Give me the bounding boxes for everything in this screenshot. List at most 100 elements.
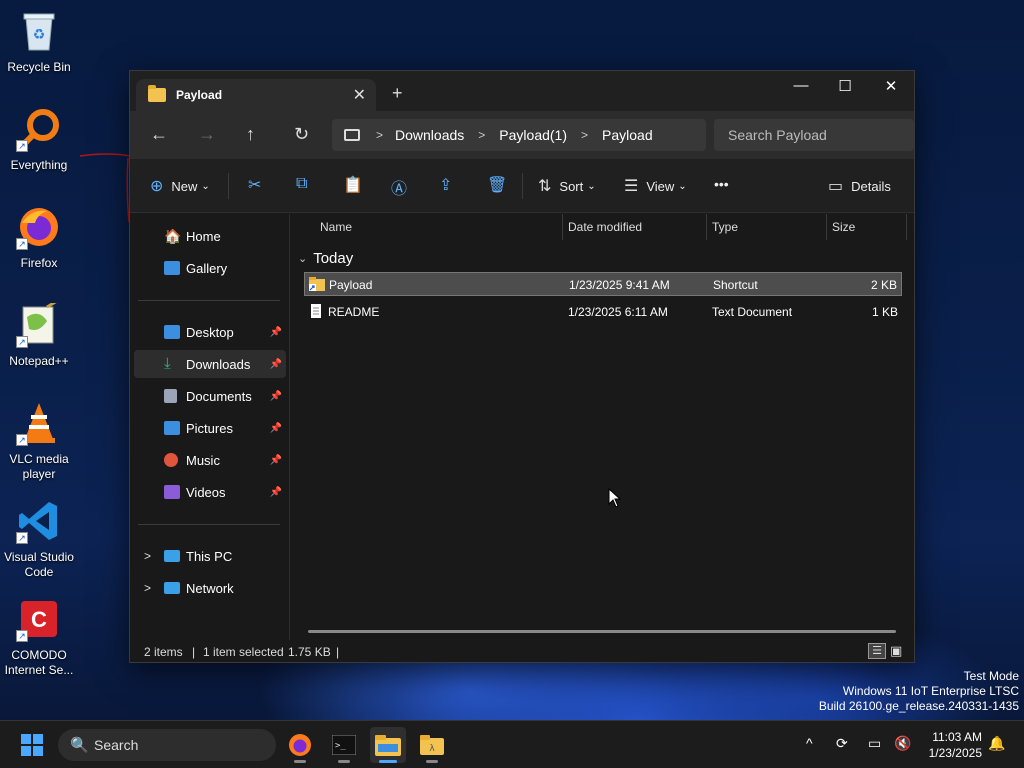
breadcrumb-downloads[interactable]: Downloads [395,127,464,143]
volume-muted-icon[interactable]: 🔇 [894,735,911,752]
taskbar-app-firefox[interactable] [282,727,318,763]
everything-search-icon: ↗ [16,106,62,152]
pictures-icon [164,421,180,435]
taskbar-app-file-explorer[interactable] [370,727,406,763]
file-explorer-window[interactable]: Payload ✕ + — ☐ ✕ ← → ↑ ↻ > Downloads > … [129,70,915,663]
column-divider[interactable] [826,214,827,240]
expand-chevron-icon[interactable]: > [144,549,151,563]
desktop-icon-recycle-bin[interactable]: ♻ Recycle Bin [0,8,78,75]
status-item-count: 2 items [144,645,183,659]
search-input[interactable]: Search Payload [714,119,914,151]
expand-chevron-icon[interactable]: > [144,581,151,595]
forward-button[interactable]: → [198,124,216,145]
title-bar[interactable]: Payload ✕ + — ☐ ✕ [130,71,914,111]
taskbar: 🔍 Search >_ λ ^ ⟳ ▭ 🔇 11:03 AM 1/23/2025… [0,720,1024,768]
sidebar-item-label: This PC [186,548,233,564]
taskbar-search-box[interactable]: 🔍 Search [58,729,276,761]
taskbar-clock[interactable]: 11:03 AM 1/23/2025 [929,729,982,761]
desktop-icon-comodo[interactable]: C ↗ COMODO Internet Se... [0,596,78,678]
desktop-icon-label: VLC media player [9,452,69,481]
file-type: Shortcut [713,278,758,292]
minimize-button[interactable]: — [778,77,824,94]
table-row[interactable]: Payload 1/23/2025 9:41 AM Shortcut 2 KB [304,272,902,296]
desktop-icon-vlc[interactable]: ↗ VLC media player [0,400,78,482]
breadcrumb-payload[interactable]: Payload [602,127,653,143]
new-button[interactable]: ⊕ New ⌄ [150,176,210,196]
more-options-button[interactable]: ••• [714,176,729,192]
sort-label: Sort [559,178,584,194]
desktop-icon-vscode[interactable]: ↗ Visual Studio Code [0,498,78,580]
sync-alert-icon[interactable]: ⟳ [836,735,848,752]
desktop-icon-label: Recycle Bin [7,60,71,74]
desktop-icon-everything[interactable]: ↗ Everything [0,106,78,173]
new-tab-button[interactable]: + [392,83,403,104]
column-divider[interactable] [706,214,707,240]
sidebar-item-gallery[interactable]: Gallery [134,254,286,282]
table-row[interactable]: README 1/23/2025 6:11 AM Text Document 1… [304,300,902,324]
desktop-folder-icon [164,325,180,339]
column-header-name[interactable]: Name [320,220,352,234]
pin-icon: 📌 [269,486,282,498]
desktop-icon-notepad-plus-plus[interactable]: ↗ Notepad++ [0,302,78,369]
delete-icon[interactable]: 🗑 [487,175,507,195]
sidebar-item-network[interactable]: > Network [134,574,286,602]
column-divider[interactable] [906,214,907,240]
desktop-icon-label: Everything [10,158,68,172]
column-header-date[interactable]: Date modified [568,220,642,234]
tab-close-button[interactable]: ✕ [353,85,366,105]
sidebar-item-pictures[interactable]: Pictures 📌 [134,414,286,442]
taskbar-app-folder[interactable]: λ [414,727,450,763]
start-button[interactable] [21,734,43,756]
sidebar-item-desktop[interactable]: Desktop 📌 [134,318,286,346]
running-indicator [294,760,306,763]
show-hidden-icons-button[interactable]: ^ [806,735,813,751]
details-view-button[interactable]: ☰ [868,643,886,659]
cut-icon[interactable]: ✂ [248,175,261,195]
sidebar-item-downloads[interactable]: ⤓ Downloads 📌 [134,350,286,378]
sidebar-item-videos[interactable]: Videos 📌 [134,478,286,506]
toolbar-divider [228,173,229,199]
rename-icon[interactable]: Ⓐ [391,175,407,199]
column-header-type[interactable]: Type [712,220,738,234]
desktop-icon-firefox[interactable]: ↗ Firefox [0,204,78,271]
group-header-today[interactable]: ⌄ Today [298,250,353,267]
refresh-button[interactable]: ↻ [294,124,309,145]
details-pane-button[interactable]: ▭ Details [828,176,891,196]
sidebar-item-label: Documents [186,388,252,404]
sidebar-item-documents[interactable]: Documents 📌 [134,382,286,410]
column-header-size[interactable]: Size [832,220,855,234]
status-separator: | [336,645,340,659]
back-button[interactable]: ← [150,124,168,145]
notification-bell-icon[interactable]: 🔔 [988,735,1005,752]
watermark-line: Windows 11 IoT Enterprise LTSC [842,684,1019,698]
taskbar-app-terminal[interactable]: >_ [326,727,362,763]
large-icons-view-button[interactable]: ▣ [890,643,902,659]
chevron-down-icon: ⌄ [587,180,596,192]
horizontal-scrollbar[interactable] [308,630,896,633]
close-button[interactable]: ✕ [868,77,914,95]
copy-icon[interactable]: ⧉ [296,175,307,193]
sidebar-divider [138,300,280,301]
address-bar[interactable]: > Downloads > Payload(1) > Payload [332,119,706,151]
tab-payload[interactable]: Payload ✕ [136,79,376,111]
view-button[interactable]: ☰ View ⌄ [624,176,687,196]
watermark-line: Test Mode [963,669,1019,683]
watermark-line: Build 26100.ge_release.240331-1435 [818,699,1019,713]
share-icon[interactable]: ⇪ [439,175,452,195]
sidebar-item-home[interactable]: 🏠 Home [134,222,286,250]
chevron-down-icon: ⌄ [678,180,687,192]
sort-icon: ⇅ [538,178,552,195]
sidebar-item-music[interactable]: Music 📌 [134,446,286,474]
paste-icon[interactable]: 📋 [343,175,363,195]
column-divider[interactable] [562,214,563,240]
up-button[interactable]: ↑ [246,124,255,145]
sidebar-item-this-pc[interactable]: > This PC [134,542,286,570]
network-status-icon[interactable]: ▭ [868,735,881,752]
mouse-cursor-icon [608,488,622,508]
home-icon: 🏠 [164,227,182,244]
sort-button[interactable]: ⇅ Sort ⌄ [538,176,596,196]
file-name: Payload [329,278,373,292]
videos-icon [164,485,180,499]
maximize-button[interactable]: ☐ [822,77,868,95]
breadcrumb-payload-1[interactable]: Payload(1) [499,127,567,143]
